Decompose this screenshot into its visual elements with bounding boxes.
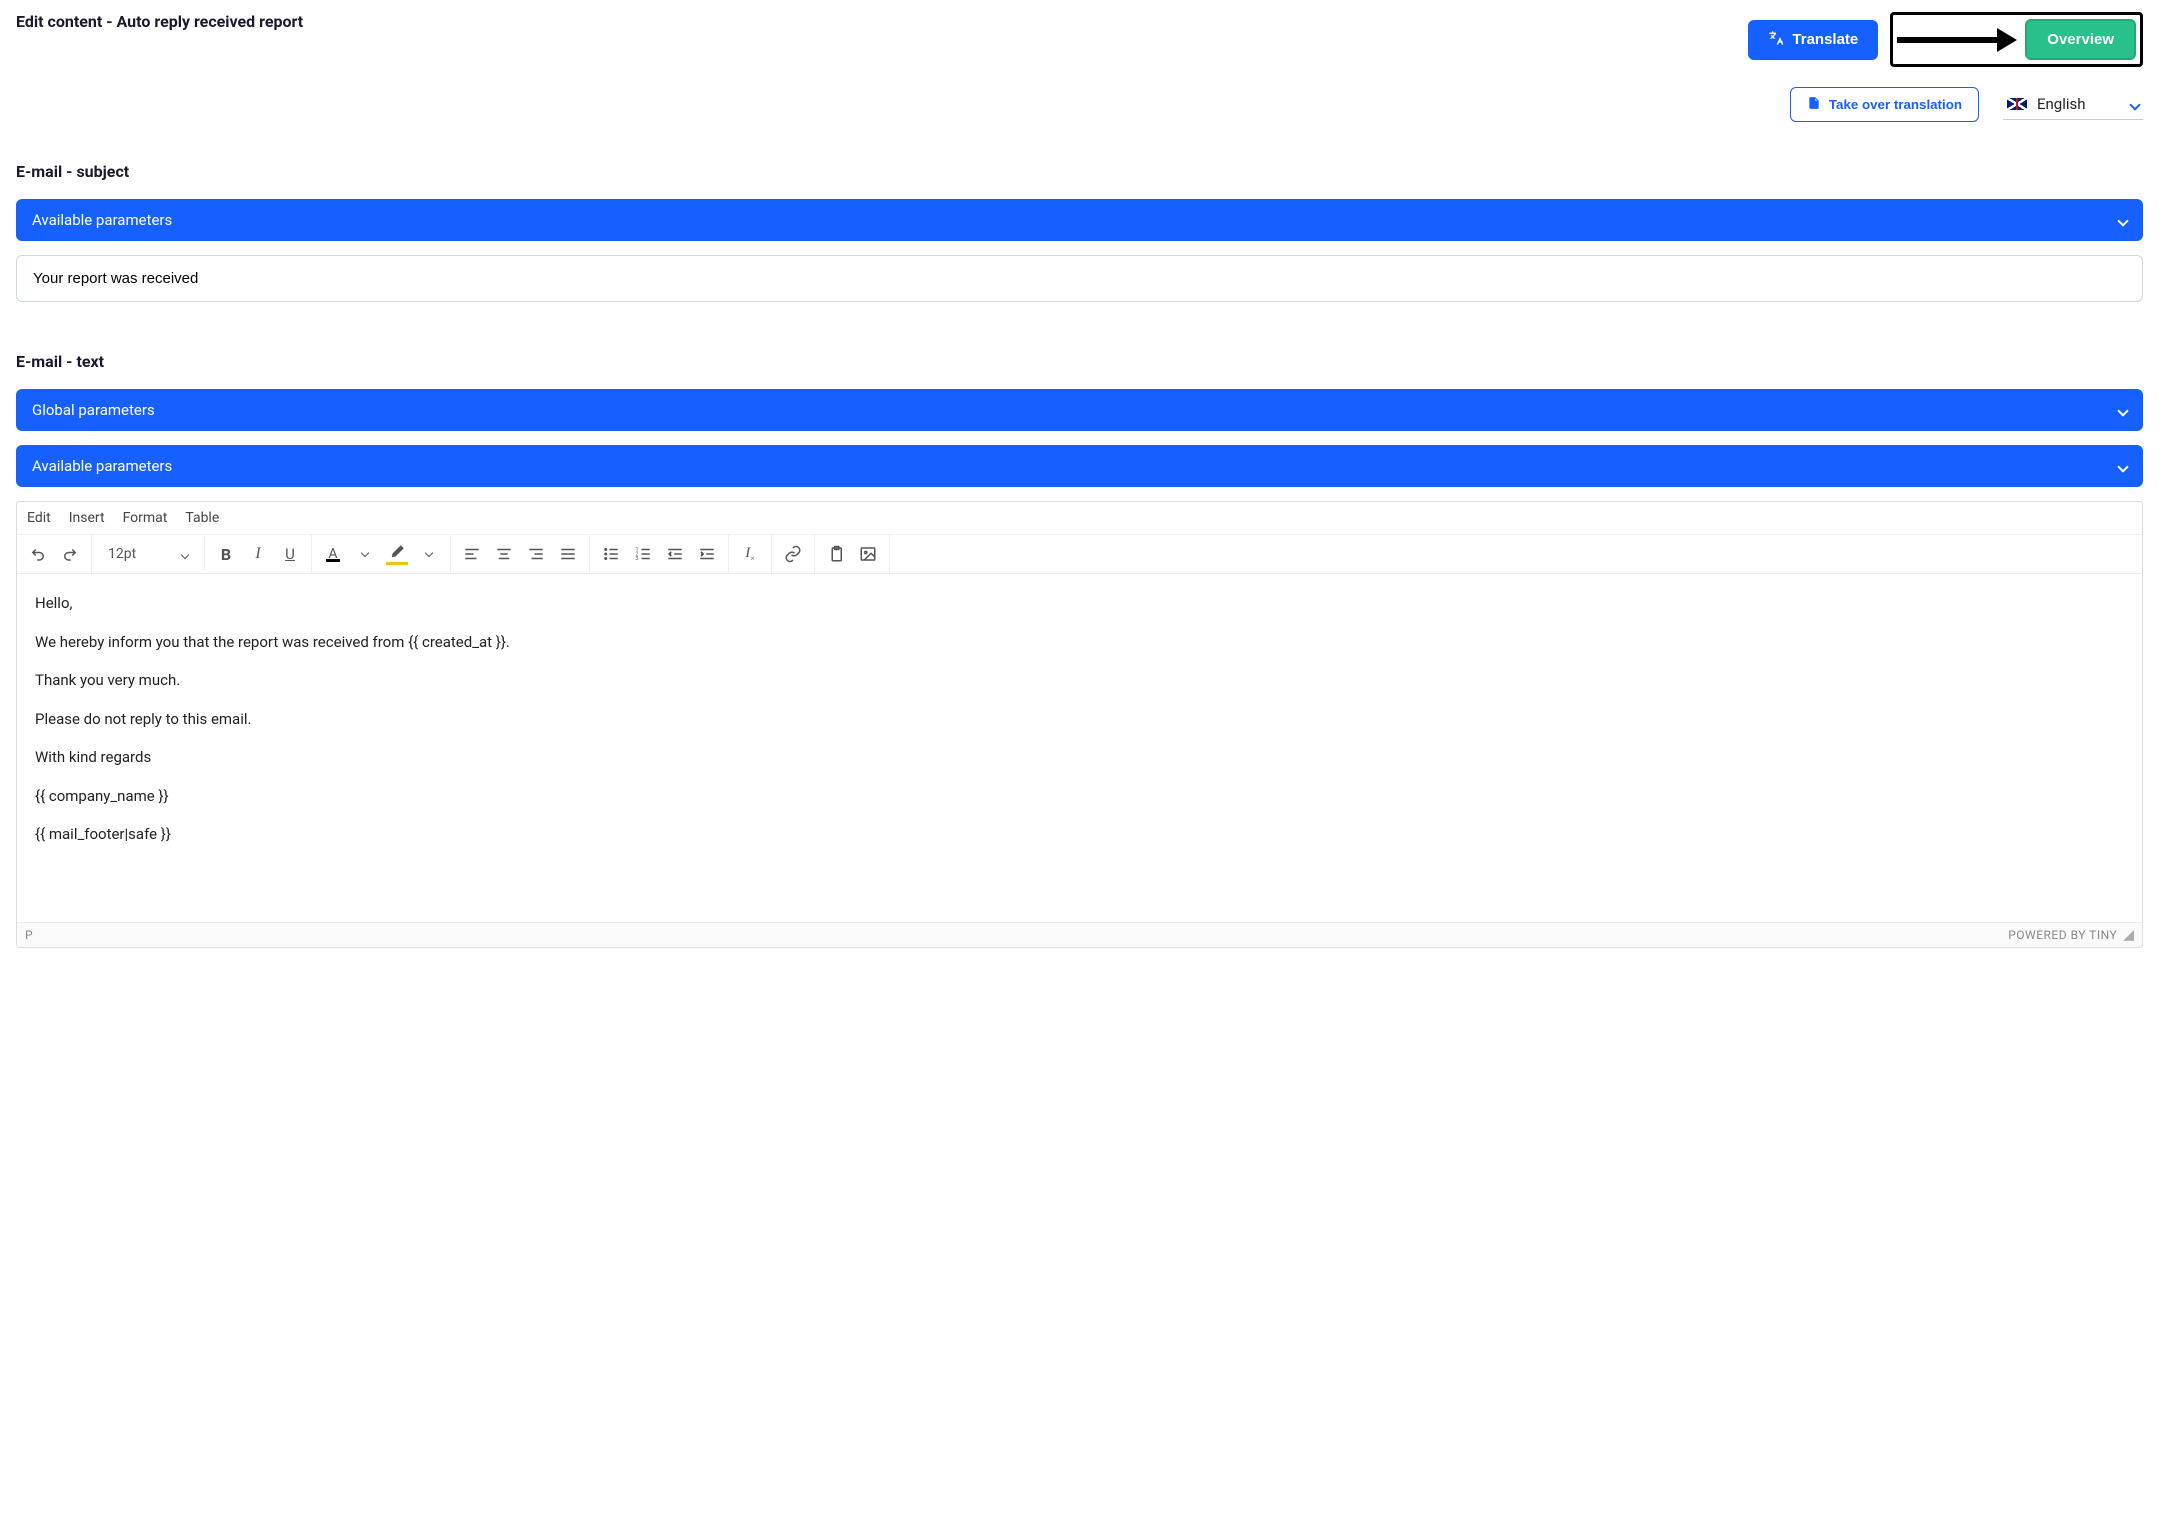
image-button[interactable] xyxy=(853,539,883,569)
menu-insert[interactable]: Insert xyxy=(69,510,105,526)
overview-button[interactable]: Overview xyxy=(2025,19,2136,60)
content-line: We hereby inform you that the report was… xyxy=(35,631,2124,654)
chevron-down-icon xyxy=(2131,95,2139,113)
accordion-label: Global parameters xyxy=(32,401,155,419)
translate-label: Translate xyxy=(1792,31,1858,48)
content-line: Please do not reply to this email. xyxy=(35,708,2124,731)
accordion-label: Available parameters xyxy=(32,457,172,475)
clear-formatting-button[interactable]: I× xyxy=(735,539,765,569)
align-justify-button[interactable] xyxy=(553,539,583,569)
takeover-label: Take over translation xyxy=(1829,97,1962,112)
menu-format[interactable]: Format xyxy=(123,510,168,526)
translate-button[interactable]: Translate xyxy=(1748,20,1878,60)
font-size-selector[interactable]: 12pt xyxy=(98,542,198,566)
content-line: Thank you very much. xyxy=(35,669,2124,692)
element-path[interactable]: P xyxy=(25,928,33,942)
bold-button[interactable]: B xyxy=(211,539,241,569)
editor-menubar: Edit Insert Format Table xyxy=(17,502,2142,535)
global-parameters-accordion[interactable]: Global parameters xyxy=(16,389,2143,431)
indent-button[interactable] xyxy=(692,539,722,569)
editor-content-area[interactable]: Hello, We hereby inform you that the rep… xyxy=(17,574,2142,922)
svg-text:3: 3 xyxy=(636,556,639,562)
undo-button[interactable] xyxy=(23,539,53,569)
italic-button[interactable]: I xyxy=(243,539,273,569)
available-parameters-text-accordion[interactable]: Available parameters xyxy=(16,445,2143,487)
content-line: {{ mail_footer|safe }} xyxy=(35,823,2124,846)
text-color-dropdown[interactable] xyxy=(350,539,380,569)
content-line: {{ company_name }} xyxy=(35,785,2124,808)
highlight-color-dropdown[interactable] xyxy=(414,539,444,569)
chevron-down-icon xyxy=(182,546,188,562)
font-size-value: 12pt xyxy=(108,546,136,562)
redo-button[interactable] xyxy=(55,539,85,569)
bullet-list-button[interactable] xyxy=(596,539,626,569)
numbered-list-button[interactable]: 123 xyxy=(628,539,658,569)
document-icon xyxy=(1807,96,1821,113)
available-parameters-subject-accordion[interactable]: Available parameters xyxy=(16,199,2143,241)
content-line: Hello, xyxy=(35,592,2124,615)
menu-table[interactable]: Table xyxy=(185,510,219,526)
align-center-button[interactable] xyxy=(489,539,519,569)
flag-uk-icon xyxy=(2007,98,2027,110)
rich-text-editor: Edit Insert Format Table 12pt B I U xyxy=(16,501,2143,948)
email-text-label: E-mail - text xyxy=(16,352,2143,371)
outdent-button[interactable] xyxy=(660,539,690,569)
powered-by-label: POWERED BY TINY xyxy=(2008,928,2117,942)
accordion-label: Available parameters xyxy=(32,211,172,229)
page-title: Edit content - Auto reply received repor… xyxy=(16,12,303,31)
annotation-arrow xyxy=(1897,28,2017,52)
overview-highlight: Overview xyxy=(1890,12,2143,67)
highlight-color-button[interactable] xyxy=(382,539,412,569)
editor-toolbar: 12pt B I U A xyxy=(17,535,2142,574)
paste-button[interactable] xyxy=(821,539,851,569)
menu-edit[interactable]: Edit xyxy=(27,510,51,526)
resize-handle[interactable]: ◢ xyxy=(2123,927,2134,943)
link-button[interactable] xyxy=(778,539,808,569)
translate-icon xyxy=(1768,30,1784,50)
overview-label: Overview xyxy=(2047,31,2114,48)
align-left-button[interactable] xyxy=(457,539,487,569)
underline-button[interactable]: U xyxy=(275,539,305,569)
subject-input[interactable] xyxy=(16,255,2143,302)
email-subject-label: E-mail - subject xyxy=(16,162,2143,181)
text-color-button[interactable]: A xyxy=(318,539,348,569)
take-over-translation-button[interactable]: Take over translation xyxy=(1790,87,1979,122)
language-label: English xyxy=(2037,95,2086,113)
align-right-button[interactable] xyxy=(521,539,551,569)
content-line: With kind regards xyxy=(35,746,2124,769)
chevron-down-icon xyxy=(2119,401,2127,419)
chevron-down-icon xyxy=(2119,211,2127,229)
language-selector[interactable]: English xyxy=(2003,89,2143,120)
chevron-down-icon xyxy=(2119,457,2127,475)
